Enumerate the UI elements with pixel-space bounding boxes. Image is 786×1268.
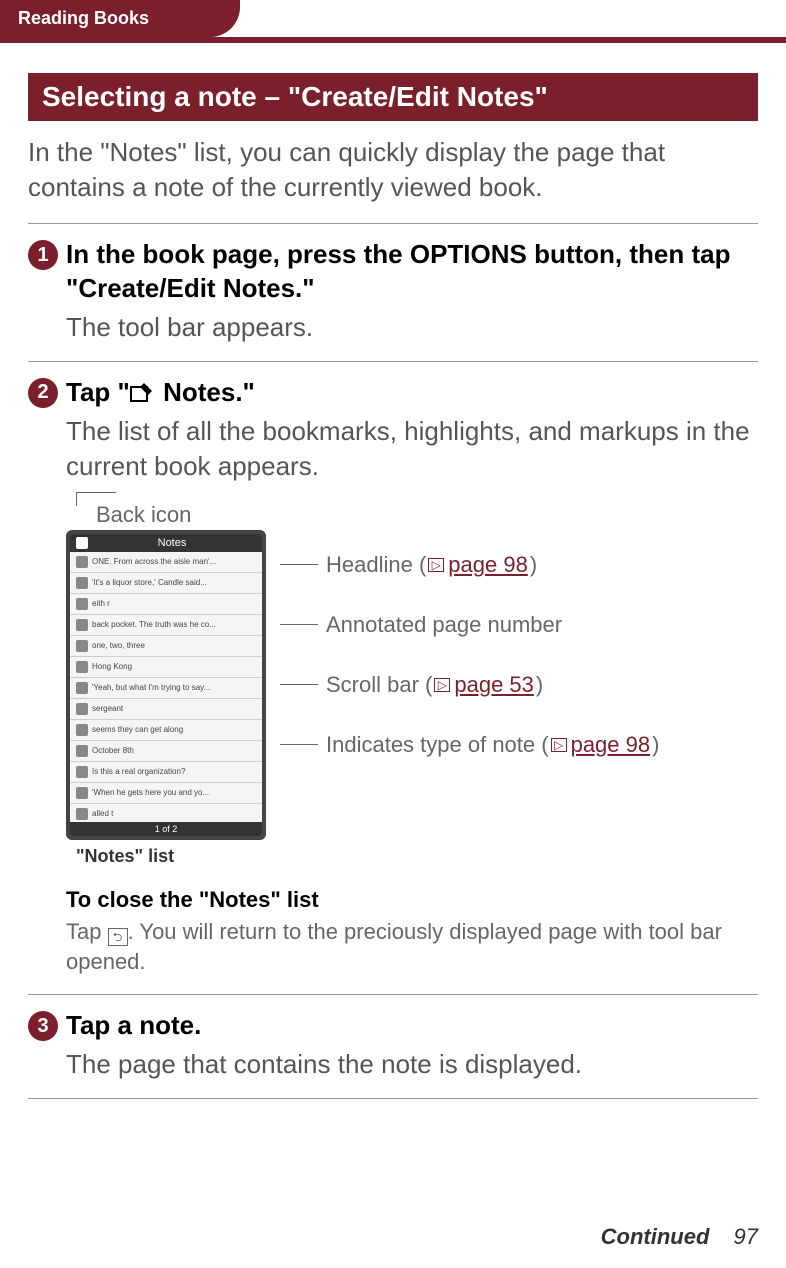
continued-label: Continued	[601, 1224, 710, 1249]
step-2-title: Tap " Notes."	[66, 376, 255, 410]
header-bar	[0, 37, 786, 43]
close-body: Tap ⮌. You will return to the preciously…	[66, 917, 758, 976]
section-title: Selecting a note – "Create/Edit Notes"	[28, 73, 758, 121]
step-2-title-suffix: Notes."	[156, 377, 255, 407]
shot-footer: 1 of 2	[70, 822, 262, 836]
separator	[28, 361, 758, 362]
callout-note-type: Indicates type of note ( ▷ page 98 )	[280, 732, 659, 758]
page-link-98[interactable]: page 98	[448, 552, 528, 578]
page-link-53[interactable]: page 53	[454, 672, 534, 698]
link-icon: ▷	[428, 558, 444, 572]
step-2: 2 Tap " Notes." The list of all the book…	[28, 376, 758, 976]
callouts: Headline ( ▷ page 98 ) Annotated page nu…	[280, 530, 659, 758]
close-title: To close the "Notes" list	[66, 887, 758, 913]
separator	[28, 994, 758, 995]
notes-icon	[130, 381, 156, 403]
chapter-tab: Reading Books	[0, 0, 240, 37]
step-1-title: In the book page, press the OPTIONS butt…	[66, 238, 758, 306]
page-footer: Continued 97	[601, 1224, 758, 1250]
step-2-body: The list of all the bookmarks, highlight…	[66, 414, 758, 484]
back-icon	[76, 537, 88, 549]
diagram-area: Back icon Notes ONE. From across the ais…	[66, 492, 758, 867]
step-number-2: 2	[28, 378, 58, 408]
link-icon: ▷	[434, 678, 450, 692]
close-notes-section: To close the "Notes" list Tap ⮌. You wil…	[66, 887, 758, 976]
callout-annotated: Annotated page number	[280, 612, 659, 638]
back-icon-label: Back icon	[96, 502, 758, 528]
close-icon: ⮌	[108, 928, 128, 946]
step-3-title: Tap a note.	[66, 1009, 201, 1043]
step-number-3: 3	[28, 1011, 58, 1041]
notes-list-caption: "Notes" list	[76, 846, 758, 867]
shot-title: Notes	[158, 537, 187, 549]
step-2-title-prefix: Tap "	[66, 377, 130, 407]
shot-header: Notes	[70, 534, 262, 552]
chapter-title: Reading Books	[18, 8, 149, 28]
separator	[28, 223, 758, 224]
step-3: 3 Tap a note. The page that contains the…	[28, 1009, 758, 1082]
step-number-1: 1	[28, 240, 58, 270]
callout-headline: Headline ( ▷ page 98 )	[280, 552, 659, 578]
step-1: 1 In the book page, press the OPTIONS bu…	[28, 238, 758, 345]
link-icon: ▷	[551, 738, 567, 752]
step-1-body: The tool bar appears.	[66, 310, 758, 345]
intro-text: In the "Notes" list, you can quickly dis…	[28, 135, 758, 205]
step-3-body: The page that contains the note is displ…	[66, 1047, 758, 1082]
notes-list-screenshot: Notes ONE. From across the aisle man'...…	[66, 530, 266, 840]
page-link-98b[interactable]: page 98	[571, 732, 651, 758]
separator	[28, 1098, 758, 1099]
page-number: 97	[734, 1224, 758, 1249]
callout-scrollbar: Scroll bar ( ▷ page 53 )	[280, 672, 659, 698]
